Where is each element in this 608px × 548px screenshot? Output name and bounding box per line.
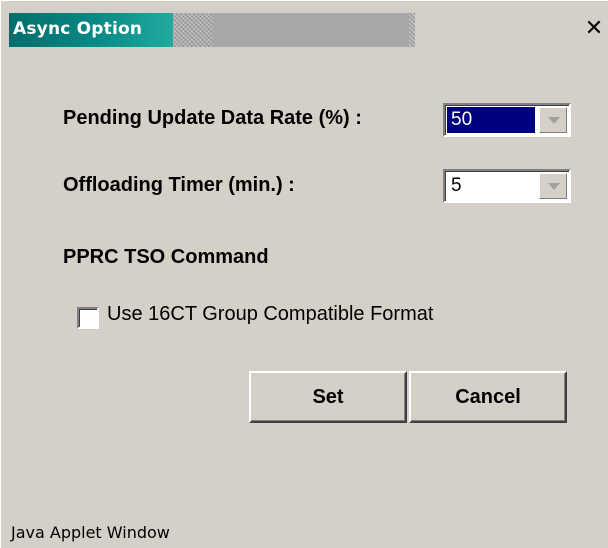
async-option-window: Async Option ✕ Pending Update Data Rate … xyxy=(0,0,608,548)
java-applet-window-label: Java Applet Window xyxy=(11,523,170,542)
compatible-format-checkbox[interactable] xyxy=(77,307,99,329)
pending-rate-select[interactable]: 50 xyxy=(443,103,571,137)
title-bar-inactive-region xyxy=(213,13,409,47)
chevron-down-icon[interactable] xyxy=(539,107,567,133)
compatible-format-label[interactable]: Use 16CT Group Compatible Format xyxy=(107,303,433,326)
window-title: Async Option xyxy=(13,19,143,39)
set-button[interactable]: Set xyxy=(249,371,407,423)
title-bar[interactable]: Async Option ✕ xyxy=(9,13,608,47)
pending-rate-label: Pending Update Data Rate (%) : xyxy=(63,107,362,129)
pprc-tso-command-heading: PPRC TSO Command xyxy=(63,246,269,268)
chevron-down-icon[interactable] xyxy=(539,173,567,199)
title-bar-dither xyxy=(173,13,213,47)
pending-rate-value: 50 xyxy=(447,107,535,133)
offloading-timer-label: Offloading Timer (min.) : xyxy=(63,174,295,196)
cancel-button[interactable]: Cancel xyxy=(409,371,567,423)
close-icon: ✕ xyxy=(584,16,604,41)
title-bar-dither-edge xyxy=(409,13,415,47)
close-button[interactable]: ✕ xyxy=(583,17,605,41)
offloading-timer-select[interactable]: 5 xyxy=(443,169,571,203)
title-bar-active-region: Async Option xyxy=(9,13,173,47)
offloading-timer-value: 5 xyxy=(451,175,462,196)
